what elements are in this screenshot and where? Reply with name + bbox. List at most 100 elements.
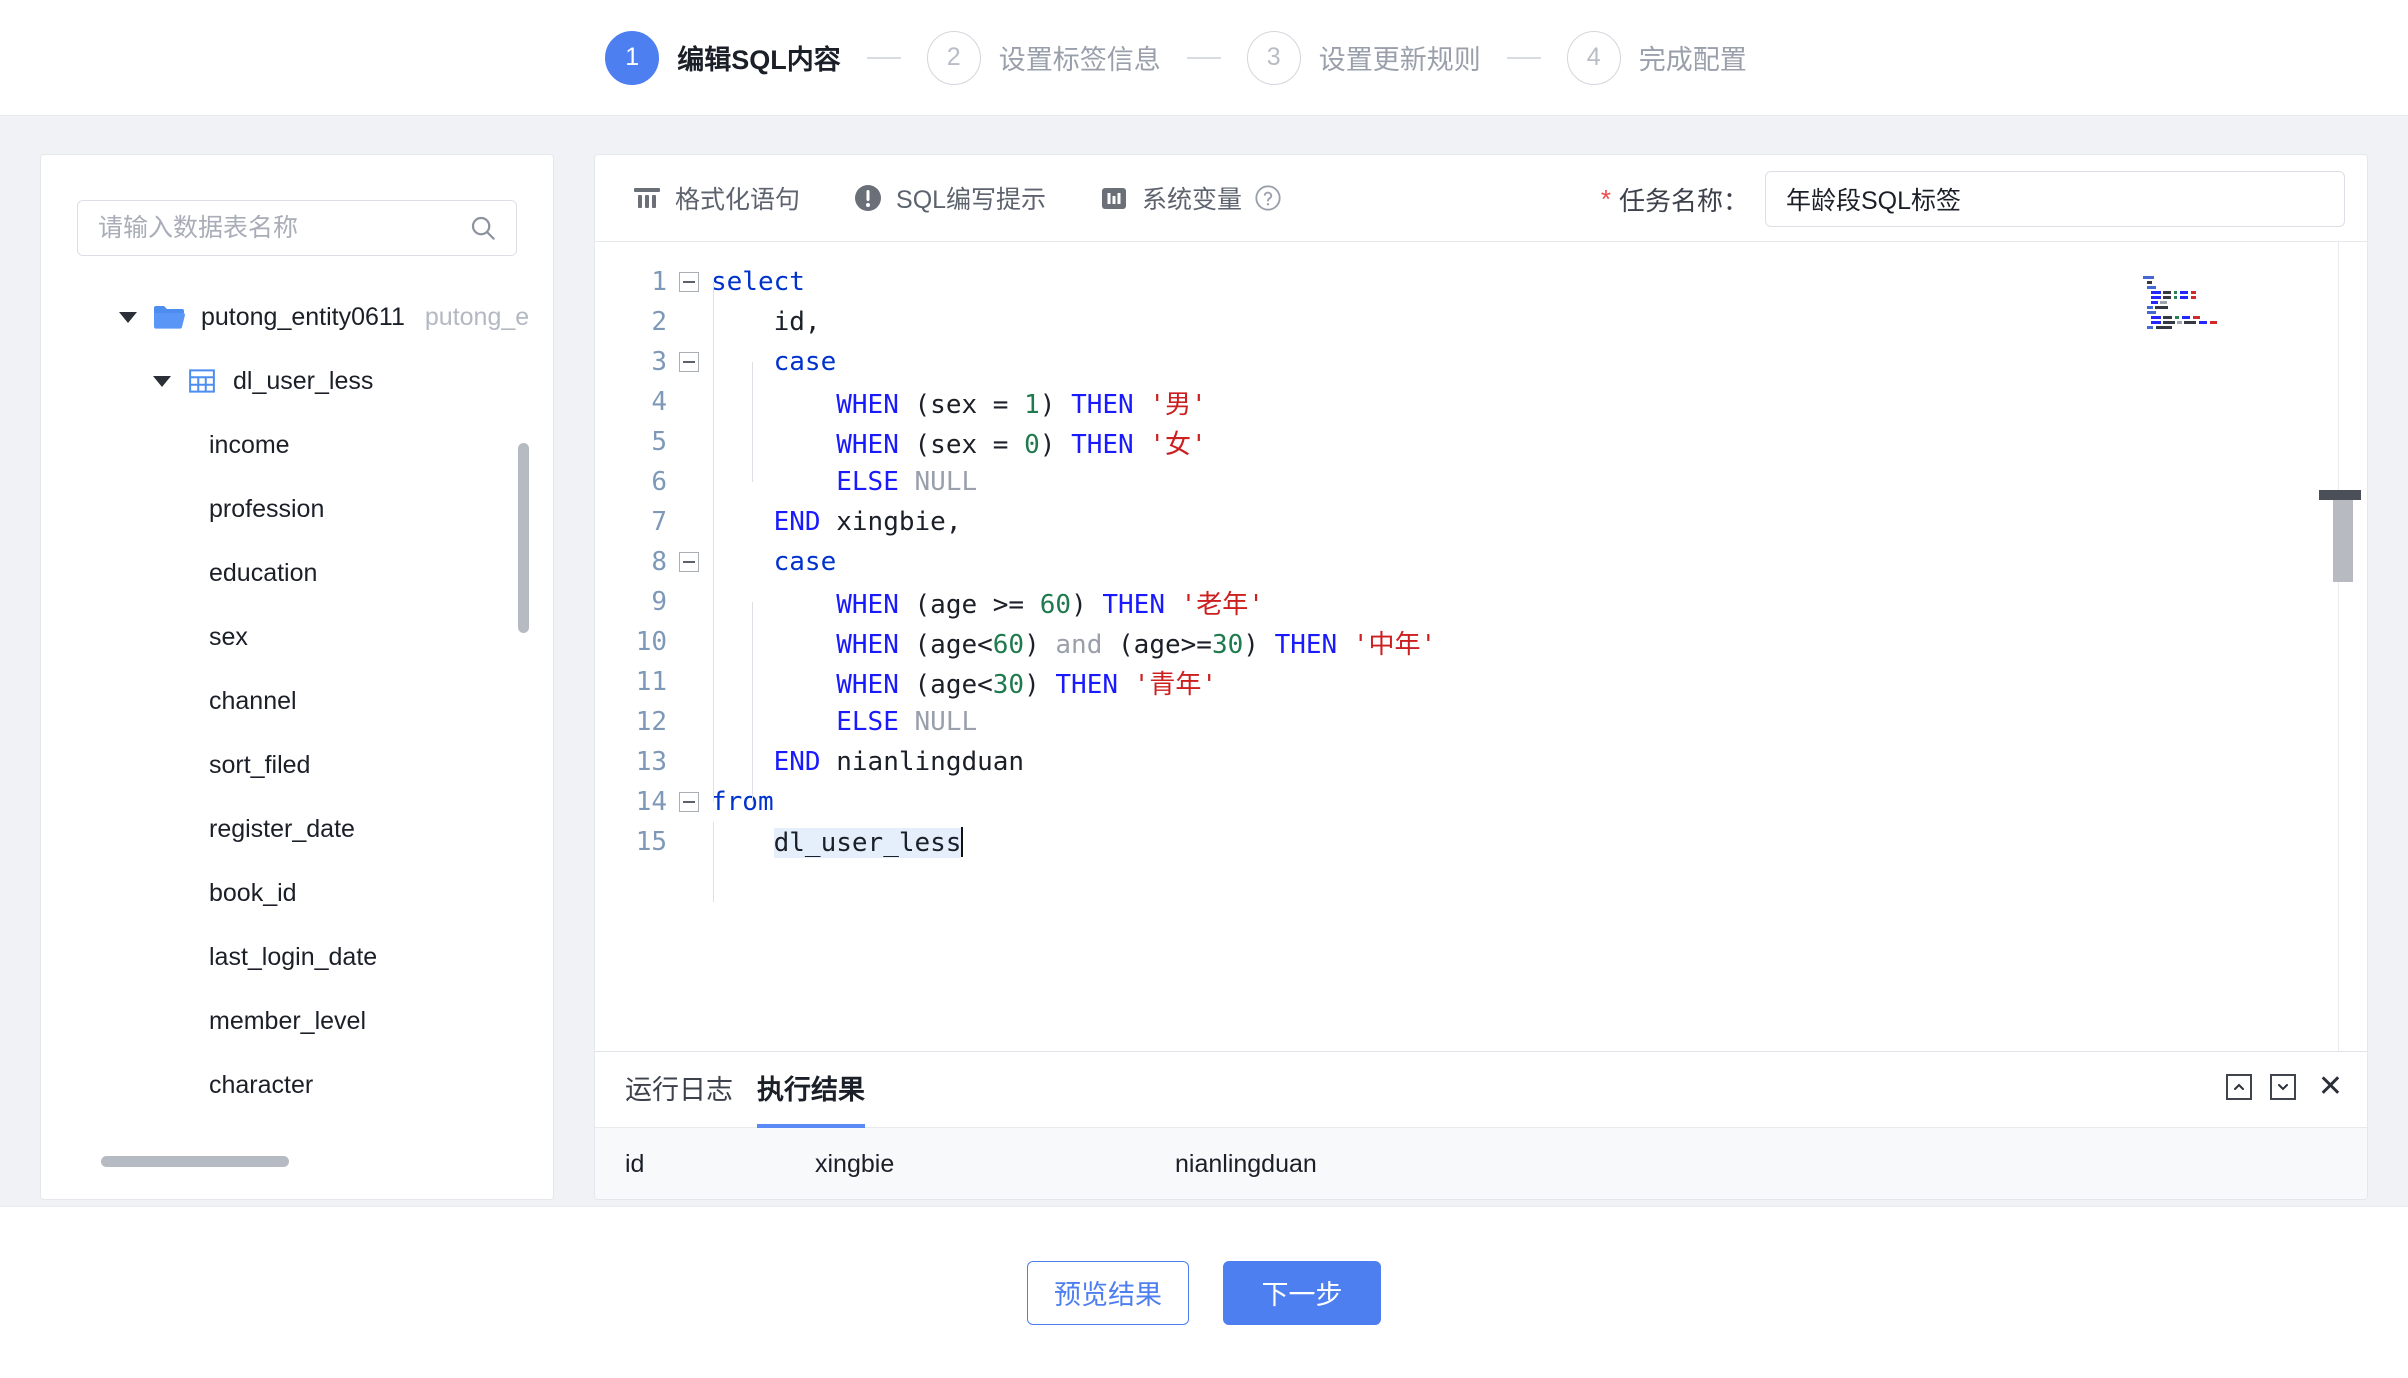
task-name-label: 任务名称：: [1618, 185, 1749, 216]
code-line[interactable]: 15 dl_user_less: [595, 822, 2367, 862]
line-number: 15: [635, 827, 667, 857]
next-step-button[interactable]: 下一步: [1223, 1260, 1381, 1325]
table-icon: [187, 366, 217, 396]
fold-minus-icon[interactable]: [679, 792, 699, 812]
database-alias: putong_e: [424, 302, 530, 331]
wizard-step-3[interactable]: 3 设置更新规则: [1246, 30, 1481, 85]
line-number: 14: [635, 787, 667, 817]
scrollbar-thumb[interactable]: [518, 443, 529, 633]
task-name-field: * 任务名称：: [1601, 171, 2345, 227]
format-sql-button[interactable]: 格式化语句: [631, 180, 800, 216]
results-panel: 运行日志 执行结果 ✕ id xingbie nianlingduan: [595, 1051, 2367, 1199]
step-separator: [1506, 56, 1541, 59]
editor-toolbar: 格式化语句 SQL编写提示 系统变量 * 任务名称： 年龄段SQL标签: [595, 155, 2367, 241]
tree-node-field[interactable]: education: [41, 541, 553, 605]
code-text: case: [773, 547, 837, 577]
expand-up-icon[interactable]: [2225, 1074, 2252, 1100]
line-number: 3: [651, 347, 667, 377]
code-text: WHEN (sex = 0) THEN '女': [836, 429, 1207, 460]
code-editor[interactable]: 1 select 2 id, 3 case 4 WHEN (sex = 1) THEN …: [595, 241, 2367, 1051]
tree-node-field[interactable]: sex: [41, 605, 553, 669]
tree-node-field[interactable]: income: [41, 413, 553, 477]
code-line[interactable]: 1 select: [595, 262, 2367, 302]
code-line[interactable]: 12 ELSE NULL: [595, 702, 2367, 742]
close-icon[interactable]: ✕: [2318, 1072, 2343, 1102]
panel-controls: ✕: [2225, 1072, 2343, 1102]
step-number-badge: 1: [605, 30, 660, 85]
fold-minus-icon[interactable]: [679, 352, 699, 372]
chevron-down-icon[interactable]: [119, 311, 137, 323]
collapse-down-icon[interactable]: [2269, 1074, 2296, 1100]
wizard-step-2[interactable]: 2 设置标签信息: [926, 30, 1161, 85]
tree-node-database[interactable]: putong_entity0611 putong_e: [41, 285, 553, 349]
code-line[interactable]: 3 case: [595, 342, 2367, 382]
scrollbar-thumb[interactable]: [2333, 500, 2353, 582]
tree-node-field[interactable]: book_id: [41, 861, 553, 925]
code-text: WHEN (age<60) and (age>=30) THEN '中年': [836, 629, 1437, 660]
fold-gutter: [667, 272, 711, 292]
scrollbar-thumb[interactable]: [101, 1156, 289, 1167]
chevron-down-icon[interactable]: [153, 375, 171, 387]
sidebar-horizontal-scrollbar[interactable]: [81, 1156, 511, 1167]
indent-guide: [752, 602, 753, 802]
code-line[interactable]: 13 END nianlingduan: [595, 742, 2367, 782]
task-name-input[interactable]: [1765, 171, 2345, 227]
code-line[interactable]: 10 WHEN (age<60) and (age>=30) THEN '中年': [595, 622, 2367, 662]
field-list: income profession education sex channel sort_…: [41, 413, 553, 1096]
fold-minus-icon[interactable]: [679, 272, 699, 292]
step-label: 设置标签信息: [998, 45, 1161, 75]
field-label: education: [209, 558, 318, 587]
tree-node-field[interactable]: channel: [41, 669, 553, 733]
system-variable-button[interactable]: 系统变量: [1098, 180, 1282, 216]
step-label: 设置更新规则: [1318, 45, 1481, 75]
editor-scrollbar[interactable]: [2319, 242, 2361, 1051]
tree-node-table[interactable]: dl_user_less: [41, 349, 553, 413]
search-input[interactable]: [96, 212, 468, 244]
question-circle-icon[interactable]: [1254, 184, 1282, 212]
sql-hint-button[interactable]: SQL编写提示: [852, 180, 1046, 216]
code-line[interactable]: 4 WHEN (sex = 1) THEN '男': [595, 382, 2367, 422]
code-line[interactable]: 6 ELSE NULL: [595, 462, 2367, 502]
code-line[interactable]: 7 END xingbie,: [595, 502, 2367, 542]
field-label: last_login_date: [209, 942, 378, 971]
code-line[interactable]: 2 id,: [595, 302, 2367, 342]
line-number: 5: [651, 427, 667, 457]
code-text: dl_user_less: [773, 826, 964, 858]
table-explorer-sidebar: putong_entity0611 putong_e: [40, 154, 554, 1200]
field-label: book_id: [209, 878, 297, 907]
indent-guide: [713, 822, 714, 902]
scrollbar-marker[interactable]: [2319, 490, 2361, 500]
sql-editor-panel: 格式化语句 SQL编写提示 系统变量 * 任务名称： 年龄段SQL标签 1 se…: [594, 154, 2368, 1200]
fold-gutter: [667, 792, 711, 812]
tree-node-field[interactable]: sort_filed: [41, 733, 553, 797]
tree-node-field[interactable]: last_login_date: [41, 925, 553, 989]
line-number: 6: [651, 467, 667, 497]
indent-guide: [713, 282, 714, 802]
fold-minus-icon[interactable]: [679, 552, 699, 572]
tab-run-log[interactable]: 运行日志: [625, 1068, 733, 1125]
code-line[interactable]: 14 from: [595, 782, 2367, 822]
system-variable-label: 系统变量: [1142, 186, 1243, 214]
code-line[interactable]: 5 WHEN (sex = 0) THEN '女': [595, 422, 2367, 462]
sidebar-vertical-scrollbar[interactable]: [518, 303, 529, 703]
code-line[interactable]: 9 WHEN (age >= 60) THEN '老年': [595, 582, 2367, 622]
tree-node-field[interactable]: register_date: [41, 797, 553, 861]
code-text: select: [711, 267, 805, 297]
table-header-row: id xingbie nianlingduan: [595, 1128, 2367, 1199]
line-number: 1: [651, 267, 667, 297]
code-minimap[interactable]: [2129, 274, 2233, 332]
code-line[interactable]: 8 case: [595, 542, 2367, 582]
tree-node-field[interactable]: member_level: [41, 989, 553, 1053]
code-text: WHEN (age<30) THEN '青年': [836, 669, 1217, 700]
required-asterisk: *: [1600, 184, 1611, 214]
code-line[interactable]: 11 WHEN (age<30) THEN '青年': [595, 662, 2367, 702]
format-icon: [631, 182, 663, 214]
tree-node-field[interactable]: profession: [41, 477, 553, 541]
search-box[interactable]: [77, 200, 517, 256]
fold-gutter: [667, 552, 711, 572]
tab-execution-result[interactable]: 执行结果: [757, 1068, 865, 1129]
tree-node-field[interactable]: character: [41, 1053, 553, 1096]
wizard-step-1[interactable]: 1 编辑SQL内容: [605, 30, 841, 85]
preview-result-button[interactable]: 预览结果: [1027, 1260, 1189, 1325]
wizard-step-4[interactable]: 4 完成配置: [1566, 30, 1747, 85]
